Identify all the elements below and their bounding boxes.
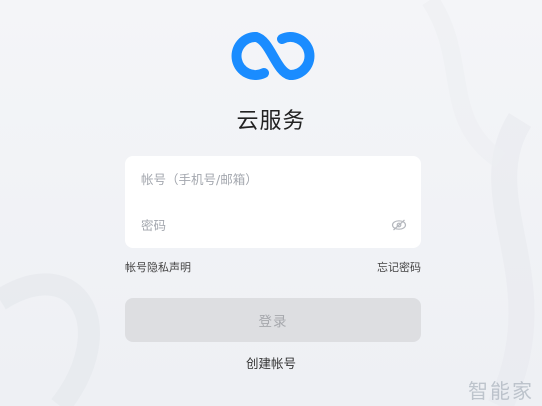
login-form [125, 156, 421, 248]
watermark: 智能家 [468, 379, 534, 403]
privacy-statement-link[interactable]: 帐号隐私声明 [125, 259, 191, 275]
eye-off-icon[interactable] [391, 217, 407, 233]
app-title: 云服务 [236, 109, 306, 134]
account-field-row [125, 156, 421, 202]
password-input[interactable] [141, 217, 381, 233]
create-account-link[interactable]: 创建帐号 [0, 353, 542, 372]
login-button[interactable]: 登录 [125, 298, 421, 342]
cloud-logo [226, 28, 320, 84]
account-input[interactable] [141, 171, 381, 187]
forgot-password-link[interactable]: 忘记密码 [377, 259, 421, 275]
password-field-row [125, 202, 421, 248]
